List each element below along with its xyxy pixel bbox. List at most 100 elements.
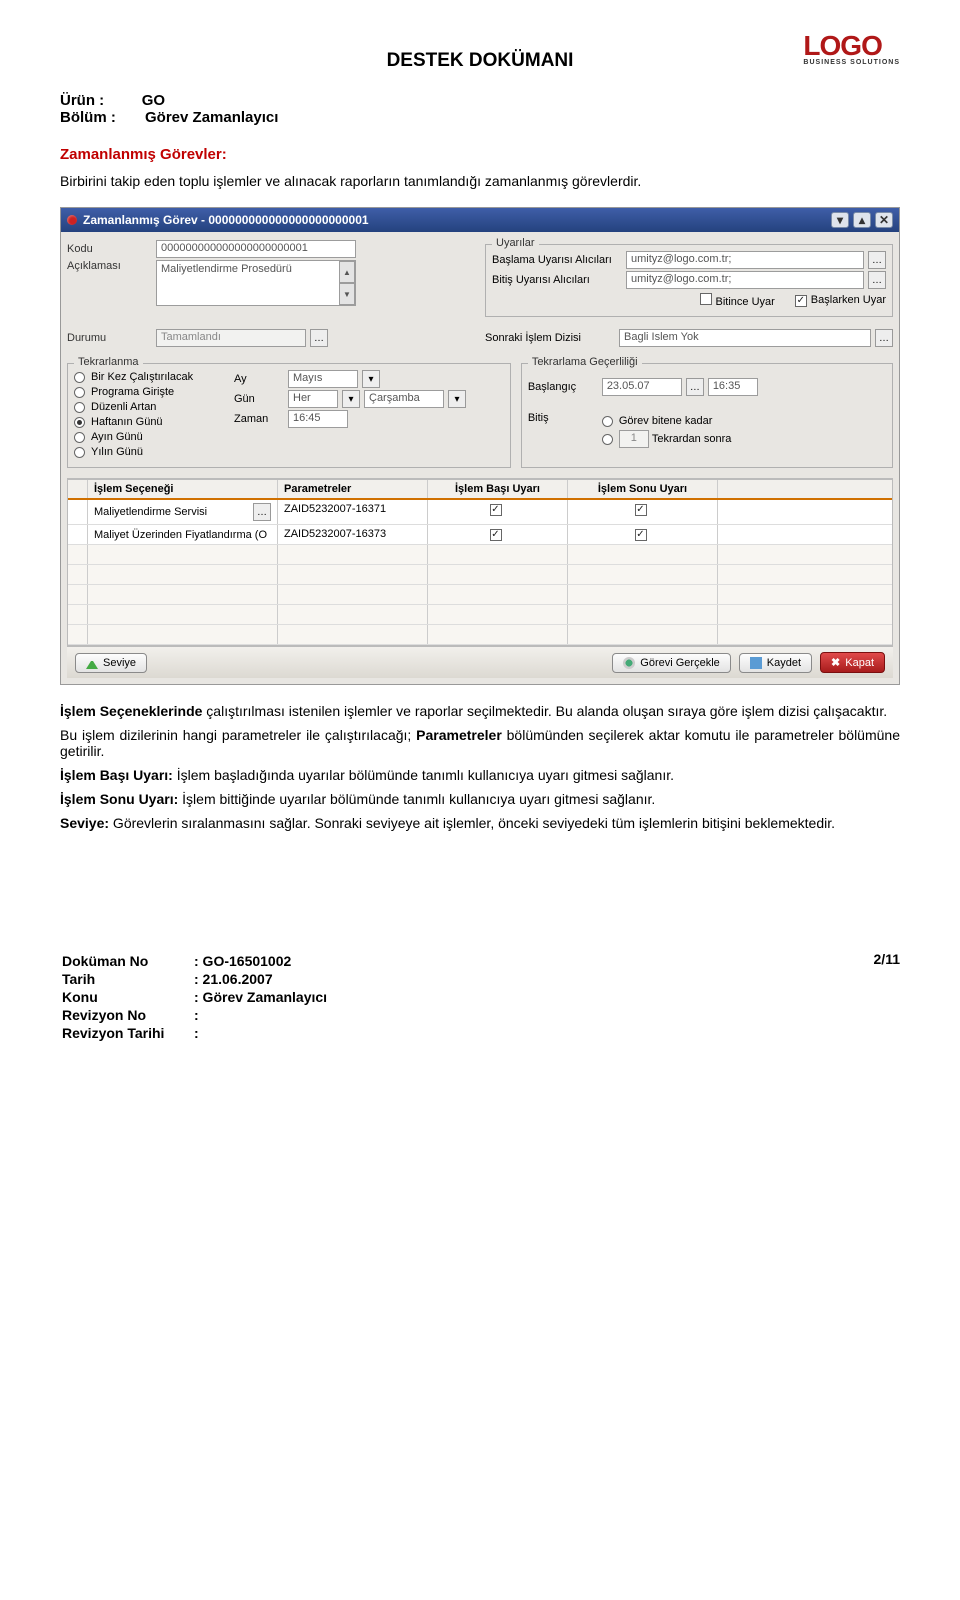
para-islem-secenekleri: İşlem Seçeneklerinde çalıştırılması iste… — [60, 703, 900, 719]
baslarken-checkbox[interactable]: ✓Başlarken Uyar — [795, 294, 886, 307]
chevron-down-icon[interactable]: ▾ — [362, 370, 380, 388]
baslangic-date-input[interactable]: 23.05.07 — [602, 378, 682, 396]
kodu-input[interactable]: 000000000000000000000001 — [156, 240, 356, 258]
checkbox-icon[interactable]: ✓ — [490, 504, 502, 516]
chevron-down-icon[interactable]: ▾ — [448, 390, 466, 408]
sonraki-input[interactable]: Bagli Islem Yok — [619, 329, 871, 347]
meta-block: Ürün : GO Bölüm : Görev Zamanlayıcı — [60, 92, 900, 126]
baslama-browse-button[interactable]: … — [868, 251, 886, 269]
spin-up-icon[interactable]: ▲ — [339, 261, 355, 283]
radio-duzenli[interactable]: Düzenli Artan — [74, 401, 224, 413]
urun-value: GO — [142, 92, 165, 109]
document-title: DESTEK DOKÜMANI — [60, 50, 900, 72]
para-parametreler: Bu işlem dizilerinin hangi parametreler … — [60, 727, 900, 759]
app-icon — [67, 215, 77, 225]
close-icon: ✖ — [831, 656, 840, 669]
page-number: 2/11 — [874, 951, 900, 967]
ay-label: Ay — [234, 373, 284, 385]
gun-select[interactable]: Her — [288, 390, 338, 408]
minimize-icon[interactable]: ▾ — [831, 212, 849, 228]
radio-ayin[interactable]: Ayın Günü — [74, 431, 224, 443]
radio-haftanin[interactable]: Haftanın Günü — [74, 416, 224, 428]
table-row[interactable]: Maliyet Üzerinden Fiyatlandırma (O ZAID5… — [68, 525, 892, 545]
maximize-icon[interactable]: ▴ — [853, 212, 871, 228]
urun-label: Ürün : — [60, 92, 104, 109]
gecerlilik-legend: Tekrarlama Geçerliliği — [528, 356, 642, 368]
section-heading: Zamanlanmış Görevler: — [60, 146, 900, 163]
arrow-up-icon — [86, 657, 98, 669]
checkbox-icon[interactable]: ✓ — [635, 504, 647, 516]
bitis-input[interactable]: umityz@logo.com.tr; — [626, 271, 864, 289]
radio-tekrardan[interactable]: 1 Tekrardan sonra — [602, 430, 732, 448]
kaydet-button[interactable]: Kaydet — [739, 653, 812, 673]
spin-down-icon[interactable]: ▼ — [339, 283, 355, 305]
aciklama-input[interactable]: Maliyetlendirme Prosedürü ▲ ▼ — [156, 260, 356, 306]
kodu-label: Kodu — [67, 243, 152, 255]
uyarilar-fieldset: Uyarılar Başlama Uyarısı Alıcıları umity… — [485, 244, 893, 317]
zaman-label: Zaman — [234, 413, 284, 425]
save-icon — [750, 657, 762, 669]
radio-gorev-bitene[interactable]: Görev bitene kadar — [602, 415, 732, 427]
aciklama-value: Maliyetlendirme Prosedürü — [161, 263, 292, 275]
checkbox-icon[interactable]: ✓ — [490, 529, 502, 541]
kapat-button[interactable]: ✖Kapat — [820, 652, 885, 673]
row-browse-button[interactable]: … — [253, 503, 271, 521]
ay-select[interactable]: Mayıs — [288, 370, 358, 388]
uyarilar-legend: Uyarılar — [492, 237, 539, 249]
durumu-browse-button[interactable]: … — [310, 329, 328, 347]
table-row[interactable] — [68, 545, 892, 565]
chevron-down-icon[interactable]: ▾ — [342, 390, 360, 408]
radio-birkez[interactable]: Bir Kez Çalıştırılacak — [74, 371, 224, 383]
zaman-input[interactable]: 16:45 — [288, 410, 348, 428]
date-browse-button[interactable]: … — [686, 378, 704, 396]
para-islem-basi: İşlem Başı Uyarı: İşlem başladığında uya… — [60, 767, 900, 783]
gun-label: Gün — [234, 393, 284, 405]
intro-text: Birbirini takip eden toplu işlemler ve a… — [60, 173, 900, 189]
bitis-label: Bitiş Uyarısı Alıcıları — [492, 274, 622, 286]
para-islem-sonu: İşlem Sonu Uyarı: İşlem bittiğinde uyarı… — [60, 791, 900, 807]
bitis-browse-button[interactable]: … — [868, 271, 886, 289]
bitince-checkbox[interactable]: Bitince Uyar — [700, 293, 775, 308]
logo-text: LOGO — [803, 30, 881, 61]
islem-table-header: İşlem Seçeneği Parametreler İşlem Başı U… — [68, 479, 892, 500]
seviye-button[interactable]: Seviye — [75, 653, 147, 673]
dialog-titlebar: Zamanlanmış Görev - 00000000000000000000… — [61, 208, 899, 232]
para-seviye: Seviye: Görevlerin sıralanmasını sağlar.… — [60, 815, 900, 831]
dialog-title: Zamanlanmış Görev - 00000000000000000000… — [83, 213, 369, 227]
gun2-select[interactable]: Çarşamba — [364, 390, 444, 408]
logo-subtext: BUSINESS SOLUTIONS — [803, 59, 900, 66]
bolum-value: Görev Zamanlayıcı — [145, 109, 278, 126]
radio-giriste[interactable]: Programa Girişte — [74, 386, 224, 398]
checkbox-icon[interactable]: ✓ — [635, 529, 647, 541]
tekrarlanma-fieldset: Tekrarlanma Bir Kez Çalıştırılacak Progr… — [67, 363, 511, 468]
gorevi-gercekle-button[interactable]: Görevi Gerçekle — [612, 653, 730, 673]
close-icon[interactable]: ✕ — [875, 212, 893, 228]
table-row[interactable] — [68, 565, 892, 585]
gear-icon — [623, 657, 635, 669]
scheduled-task-dialog: Zamanlanmış Görev - 00000000000000000000… — [60, 207, 900, 685]
bolum-label: Bölüm : — [60, 109, 116, 126]
table-row[interactable] — [68, 585, 892, 605]
radio-yilin[interactable]: Yılın Günü — [74, 446, 224, 458]
durumu-input: Tamamlandı — [156, 329, 306, 347]
table-row[interactable] — [68, 625, 892, 645]
dialog-bottombar: Seviye Görevi Gerçekle Kaydet ✖Kapat — [67, 646, 893, 678]
baslangic-time-input[interactable]: 16:35 — [708, 378, 758, 396]
tekrarlanma-legend: Tekrarlanma — [74, 356, 143, 368]
col-parametreler: Parametreler — [278, 480, 428, 498]
col-islem-sonu: İşlem Sonu Uyarı — [568, 480, 718, 498]
brand-logo: LOGO BUSINESS SOLUTIONS — [803, 30, 900, 66]
aciklama-label: Açıklaması — [67, 260, 152, 272]
sonraki-label: Sonraki İşlem Dizisi — [485, 332, 615, 344]
col-islem-basi: İşlem Başı Uyarı — [428, 480, 568, 498]
tekrar-count-input[interactable]: 1 — [619, 430, 649, 448]
sonraki-browse-button[interactable]: … — [875, 329, 893, 347]
durumu-label: Durumu — [67, 332, 152, 344]
baslama-label: Başlama Uyarısı Alıcıları — [492, 254, 622, 266]
table-row[interactable] — [68, 605, 892, 625]
table-row[interactable]: Maliyetlendirme Servisi… ZAID5232007-163… — [68, 500, 892, 525]
bitis2-label: Bitiş — [528, 412, 598, 424]
baslama-input[interactable]: umityz@logo.com.tr; — [626, 251, 864, 269]
gecerlilik-fieldset: Tekrarlama Geçerliliği Başlangıç 23.05.0… — [521, 363, 893, 468]
col-islem-secenegi: İşlem Seçeneği — [88, 480, 278, 498]
